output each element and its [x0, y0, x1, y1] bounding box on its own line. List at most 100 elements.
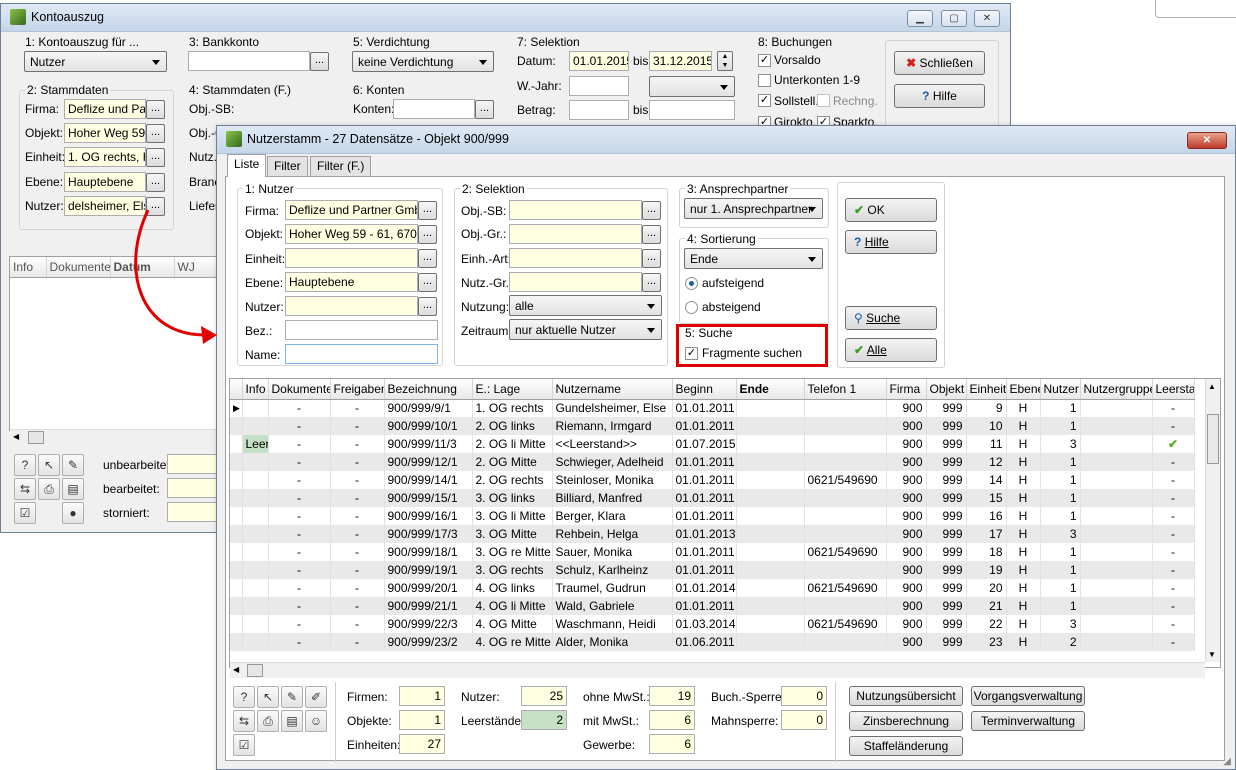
obj-gr-browse-button[interactable]: ...: [642, 225, 661, 244]
objekt-field[interactable]: Hoher Weg 59 -: [64, 123, 146, 143]
ebene-browse-button[interactable]: ...: [146, 173, 165, 192]
table-row[interactable]: - -900/999/21/1 4. OG li Mitte Wald, Gabrie…: [230, 597, 1195, 615]
kontoauszug-scroll-left-icon[interactable]: ◀: [13, 432, 19, 441]
col-header-15[interactable]: Leerstan: [1152, 379, 1195, 400]
col-header-10[interactable]: Objekt: [926, 379, 967, 400]
einh-art-field[interactable]: [509, 248, 642, 268]
row-selector[interactable]: [230, 507, 243, 525]
wjahr-field[interactable]: [569, 76, 629, 96]
objekt-field[interactable]: Hoher Weg 59 - 61, 67059: [285, 224, 418, 244]
col-header-2[interactable]: Freigaben: [330, 379, 385, 400]
nutzer-browse-button[interactable]: ...: [418, 297, 437, 316]
col-datum[interactable]: Datum: [110, 257, 175, 278]
check-tool-icon[interactable]: ☑: [14, 502, 36, 524]
row-selector[interactable]: [230, 453, 243, 471]
table-row[interactable]: - -900/999/14/1 2. OG rechts Steinloser, Mo…: [230, 471, 1195, 489]
row-selector[interactable]: [230, 615, 243, 633]
scroll-thumb[interactable]: [1207, 414, 1219, 464]
users-tool-icon[interactable]: ☺: [305, 710, 327, 732]
col-header-12[interactable]: Ebene: [1006, 379, 1041, 400]
datum-spin-button[interactable]: ▲ ▼: [717, 51, 733, 71]
vorgangsverwaltung-button[interactable]: Vorgangsverwaltung: [971, 686, 1085, 706]
firma-browse-button[interactable]: ...: [146, 100, 165, 119]
ebene-field[interactable]: Hauptebene: [64, 172, 146, 192]
back-help-button[interactable]: ? Hilfe: [894, 84, 985, 108]
help-button[interactable]: ? Hilfe: [845, 230, 937, 254]
obj-sb-field[interactable]: [509, 200, 642, 220]
table-row[interactable]: - -900/999/12/1 2. OG Mitte Schwieger, Adel…: [230, 453, 1195, 471]
kontoauszug-scroll-thumb[interactable]: [28, 431, 44, 444]
nutzerstamm-titlebar[interactable]: Nutzerstamm - 27 Datensätze - Objekt 900…: [217, 126, 1235, 154]
nutz-gr-browse-button[interactable]: ...: [642, 273, 661, 292]
zeitraum-select[interactable]: nur aktuelle Nutzer: [509, 319, 662, 340]
ansprechpartner-select[interactable]: nur 1. Ansprechpartner: [684, 198, 823, 219]
row-selector[interactable]: [230, 543, 243, 561]
einheit-browse-button[interactable]: ...: [146, 148, 165, 167]
tab-filter[interactable]: Filter: [267, 156, 308, 176]
row-selector[interactable]: [230, 633, 243, 651]
sortierung-select[interactable]: Ende: [684, 248, 823, 269]
table-row[interactable]: - -900/999/16/1 3. OG li Mitte Berger, Klar…: [230, 507, 1195, 525]
row-selector[interactable]: [230, 579, 243, 597]
scroll-left-icon[interactable]: ◀: [233, 665, 239, 674]
table-row[interactable]: - -900/999/17/3 3. OG Mitte Rehbein, Helga 0…: [230, 525, 1195, 543]
refresh-tool-icon[interactable]: ⇆: [14, 478, 36, 500]
objekt-browse-button[interactable]: ...: [146, 124, 165, 143]
table-row[interactable]: ▶ - -900/999/9/1 1. OG rechts Gundelsheimer,…: [230, 399, 1195, 417]
row-selector[interactable]: [230, 561, 243, 579]
nutzer-browse-button[interactable]: ...: [146, 197, 165, 216]
bankkonto-browse-button[interactable]: ...: [310, 52, 329, 71]
datum-to-field[interactable]: 31.12.2015: [649, 51, 712, 71]
cursor-tool-icon[interactable]: ↖: [38, 454, 60, 476]
scroll-up-icon[interactable]: ▲: [1208, 382, 1216, 391]
table-row[interactable]: - -900/999/20/1 4. OG links Traumel, Gudrun…: [230, 579, 1195, 597]
firma-field[interactable]: Deflize und Partner GmbH: [285, 200, 418, 220]
betrag-from-field[interactable]: [569, 100, 629, 120]
datum-from-field[interactable]: 01.01.2015: [569, 51, 629, 71]
brush-tool-icon[interactable]: ✐: [305, 686, 327, 708]
close-button[interactable]: ✕: [974, 10, 1000, 27]
ebene-browse-button[interactable]: ...: [418, 273, 437, 292]
bankkonto-field[interactable]: [188, 51, 310, 71]
nutzer-field[interactable]: delsheimer, Else: [64, 196, 146, 216]
print-tool-icon[interactable]: ⎙: [38, 478, 60, 500]
verdichtung-select[interactable]: keine Verdichtung: [352, 51, 494, 72]
ebene-field[interactable]: Hauptebene: [285, 272, 418, 292]
einheit-field[interactable]: 1. OG rechts, H: [64, 147, 146, 167]
col-header-11[interactable]: Einheit: [966, 379, 1007, 400]
firma-browse-button[interactable]: ...: [418, 201, 437, 220]
obj-gr-field[interactable]: [509, 224, 642, 244]
vorsaldo-checkbox[interactable]: ✓: [758, 54, 771, 67]
help-tool-icon[interactable]: ?: [233, 686, 255, 708]
nutzung-select[interactable]: alle: [509, 295, 662, 316]
row-selector[interactable]: [230, 525, 243, 543]
row-selector[interactable]: [230, 597, 243, 615]
col-header-5[interactable]: Nutzername: [552, 379, 673, 400]
name-field[interactable]: [285, 344, 438, 364]
refresh-tool-icon[interactable]: ⇆: [233, 710, 255, 732]
col-dokumente[interactable]: Dokumente: [46, 257, 111, 278]
print-tool-icon[interactable]: ⎙: [257, 710, 279, 732]
bez-field[interactable]: [285, 320, 438, 340]
check-tool-icon[interactable]: ☑: [233, 734, 255, 756]
nutzungsuebersicht-button[interactable]: Nutzungsübersicht: [849, 686, 963, 706]
col-info[interactable]: Info: [10, 257, 47, 278]
col-header-6[interactable]: Beginn: [672, 379, 737, 400]
col-header-7[interactable]: Ende: [736, 379, 805, 400]
sollstell-checkbox[interactable]: ✓: [758, 94, 771, 107]
kontoauszug-fuer-select[interactable]: Nutzer: [24, 51, 167, 72]
edit-tool-icon[interactable]: ✎: [62, 454, 84, 476]
col-header-9[interactable]: Firma: [886, 379, 927, 400]
row-selector[interactable]: [230, 489, 243, 507]
col-header-3[interactable]: Bezeichnung: [384, 379, 473, 400]
zinsberechnung-button[interactable]: Zinsberechnung: [849, 711, 963, 731]
tab-liste[interactable]: Liste: [227, 154, 267, 177]
col-header-1[interactable]: Dokumente: [268, 379, 331, 400]
row-selector[interactable]: ▶: [230, 399, 243, 417]
close-button[interactable]: ✕: [1187, 132, 1227, 149]
table-row[interactable]: - -900/999/10/1 2. OG links Riemann, Irmgar…: [230, 417, 1195, 435]
all-button[interactable]: ✔ Alle: [845, 338, 937, 362]
hscroll-thumb[interactable]: [247, 664, 263, 677]
table-row[interactable]: - -900/999/15/1 3. OG links Billiard, Manfr…: [230, 489, 1195, 507]
konten-field[interactable]: [393, 99, 475, 119]
